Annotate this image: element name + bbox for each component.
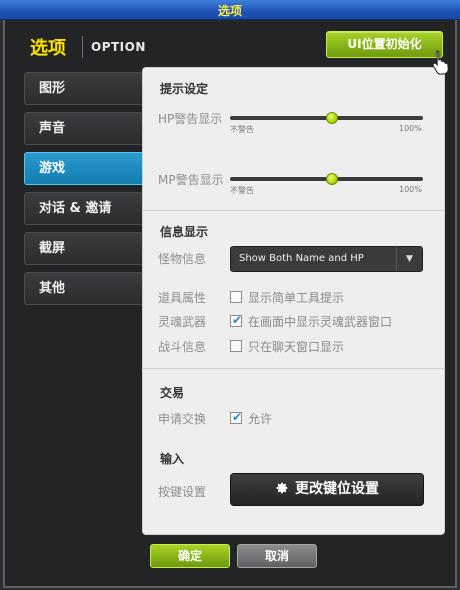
section-title-hint: 提示设定 [160,82,209,96]
battle-info-text: 只在聊天窗口显示 [248,340,345,354]
tab-game[interactable]: 游戏 [24,152,148,185]
hp-warning-label: HP警告显示 [158,112,223,126]
item-attr-text: 显示简单工具提示 [248,291,345,305]
hp-min-label: 不警告 [230,125,254,134]
gear-icon [276,482,288,494]
hp-warning-slider[interactable] [230,112,423,124]
mp-min-label: 不警告 [230,186,254,195]
exchange-checkbox[interactable]: ✔ [230,410,243,424]
change-keybind-label: 更改键位设置 [295,481,379,497]
game-settings-panel: 提示设定 HP警告显示 不警告 100% MP警告显示 不警告 100% 信息显… [142,67,445,535]
hp-max-label: 100% [399,124,422,133]
tab-sound[interactable]: 声音 [24,112,148,145]
reset-ui-position-button[interactable]: UI位置初始化 [326,31,443,58]
page-title: 选项 [30,38,66,59]
mp-max-label: 100% [399,185,422,194]
item-attr-checkbox[interactable] [230,291,242,303]
item-attr-label: 道具属性 [158,291,207,305]
section-title-input: 输入 [160,452,185,466]
tab-label: 对话 & 邀请 [39,201,112,216]
options-window: 选项 OPTION UI位置初始化 图形 声音 游戏 对话 & 邀请 截屏 其他… [3,20,457,588]
mp-warning-label: MP警告显示 [158,173,224,187]
keybind-label: 按键设置 [158,485,207,499]
tab-graphics[interactable]: 图形 [24,72,148,105]
section-title-trade: 交易 [160,386,185,400]
mp-warning-slider[interactable] [230,173,423,185]
window-title: 选项 [217,4,242,18]
change-keybind-button[interactable]: 更改键位设置 [230,473,424,506]
tab-label: 截屏 [39,241,66,256]
section-divider [143,368,444,369]
tab-label: 游戏 [39,161,66,176]
soul-weapon-text: 在画面中显示灵魂武器窗口 [248,315,393,329]
window-titlebar[interactable]: 选项 [0,0,460,20]
battle-info-label: 战斗信息 [158,340,207,354]
tab-chat-invite[interactable]: 对话 & 邀请 [24,192,148,225]
tab-screenshot[interactable]: 截屏 [24,232,148,265]
tab-other[interactable]: 其他 [24,272,148,305]
page-subtitle: OPTION [91,40,146,54]
ok-button[interactable]: 确定 [150,544,230,568]
section-title-info: 信息显示 [160,225,209,239]
header-divider [82,36,83,58]
cancel-button[interactable]: 取消 [237,544,317,568]
battle-info-checkbox[interactable] [230,340,242,352]
hand-cursor-icon [432,50,449,75]
mp-slider-knob[interactable] [326,173,339,185]
tab-label: 其他 [39,281,66,296]
soul-weapon-checkbox[interactable]: ✔ [230,313,243,327]
hp-slider-knob[interactable] [326,112,339,124]
exchange-label: 申请交换 [158,412,207,426]
tab-label: 声音 [39,121,66,136]
section-divider [143,210,444,211]
checkmark-icon: ✔ [232,410,243,424]
soul-weapon-label: 灵魂武器 [158,315,207,329]
exchange-text: 允许 [248,412,273,426]
monster-info-select[interactable]: Show Both Name and HP ▼ [230,246,423,272]
tab-label: 图形 [39,81,66,96]
checkmark-icon: ✔ [232,313,243,327]
monster-info-label: 怪物信息 [158,252,207,266]
chevron-down-icon[interactable]: ▼ [396,247,422,271]
monster-info-value: Show Both Name and HP [239,253,364,264]
